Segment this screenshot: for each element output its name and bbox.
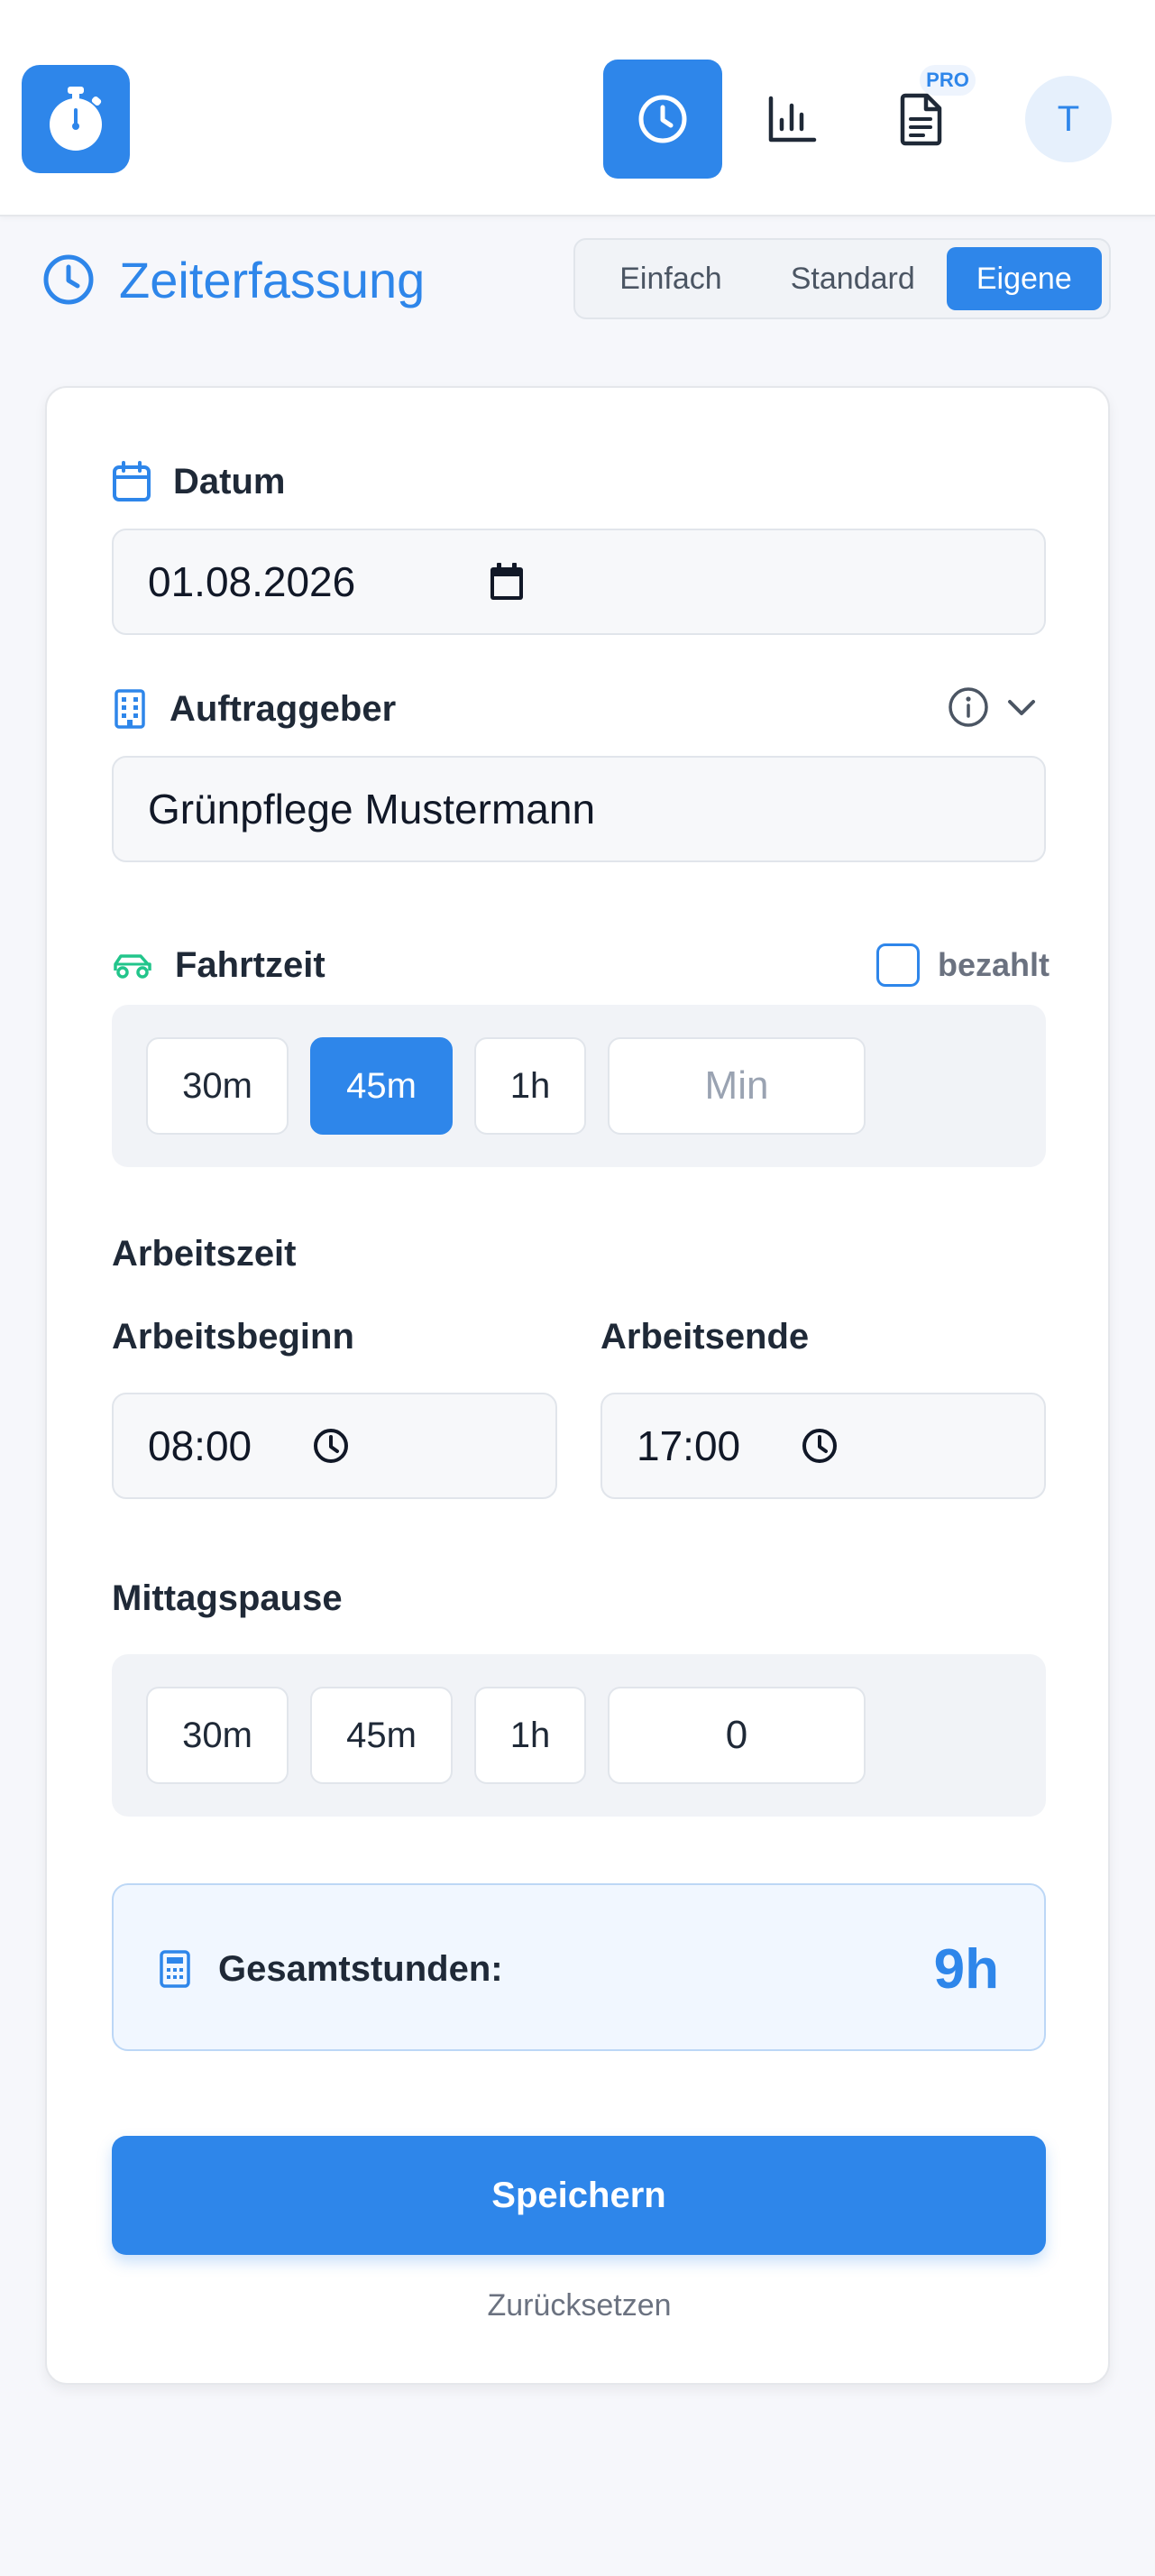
total-hours-box: Gesamtstunden: 9h	[112, 1883, 1046, 2051]
travel-preset-45m[interactable]: 45m	[310, 1037, 453, 1135]
chevron-down-icon[interactable]	[1004, 691, 1039, 723]
calendar-icon	[112, 461, 151, 502]
client-input[interactable]: Grünpflege Mustermann	[112, 756, 1046, 862]
client-value: Grünpflege Mustermann	[148, 786, 596, 833]
nav-statistics[interactable]	[732, 60, 851, 179]
building-icon	[112, 688, 148, 730]
car-icon	[112, 949, 153, 981]
lunch-label: Mittagspause	[112, 1578, 343, 1618]
travel-preset-30m[interactable]: 30m	[146, 1037, 289, 1135]
time-entry-card: Datum 01.08.2026 Auftraggeber Grünpflege…	[45, 386, 1110, 2385]
user-avatar[interactable]: T	[1025, 76, 1112, 162]
date-value: 01.08.2026	[148, 558, 356, 605]
reset-button[interactable]: Zurücksetzen	[487, 2288, 671, 2323]
lunch-preset-45m[interactable]: 45m	[310, 1687, 453, 1784]
travel-label: Fahrtzeit	[175, 944, 325, 985]
work-end-value: 17:00	[637, 1422, 741, 1469]
paid-label: bezahlt	[938, 946, 1050, 983]
date-input[interactable]: 01.08.2026	[112, 529, 1046, 635]
calculator-icon	[159, 1949, 191, 1989]
date-label: Datum	[173, 461, 286, 501]
travel-label-row: Fahrtzeit	[112, 938, 325, 992]
mode-simple[interactable]: Einfach	[582, 247, 759, 310]
total-hours-label: Gesamtstunden:	[218, 1948, 503, 1989]
work-end-label: Arbeitsende	[600, 1317, 810, 1357]
clock-icon	[41, 253, 96, 307]
pro-badge: PRO	[920, 65, 976, 96]
work-start-label: Arbeitsbeginn	[112, 1317, 354, 1357]
document-icon	[898, 92, 945, 146]
save-button[interactable]: Speichern	[112, 2136, 1046, 2255]
travel-minutes-input[interactable]: Min	[608, 1037, 866, 1135]
lunch-preset-30m[interactable]: 30m	[146, 1687, 289, 1784]
calendar-picker-icon[interactable]	[489, 562, 525, 602]
client-label: Auftraggeber	[170, 688, 397, 729]
travel-preset-1h[interactable]: 1h	[474, 1037, 586, 1135]
paid-checkbox-row[interactable]: bezahlt	[876, 936, 1050, 994]
clock-icon	[637, 93, 689, 145]
total-hours-value: 9h	[933, 1937, 999, 2001]
clock-icon[interactable]	[312, 1427, 350, 1465]
lunch-minutes-input[interactable]: 0	[608, 1687, 866, 1784]
mode-switch: Einfach Standard Eigene	[573, 238, 1111, 319]
info-icon[interactable]	[947, 685, 990, 729]
client-label-row: Auftraggeber	[112, 682, 396, 736]
mode-standard[interactable]: Standard	[759, 247, 947, 310]
top-bar: PRO T	[0, 0, 1155, 216]
work-end-input[interactable]: 17:00	[600, 1393, 1046, 1499]
lunch-presets-panel: 30m 45m 1h 0	[112, 1654, 1046, 1817]
nav-time-tracking[interactable]	[603, 60, 722, 179]
travel-presets-panel: 30m 45m 1h Min	[112, 1005, 1046, 1167]
reset-link: Zurücksetzen	[47, 2280, 1112, 2331]
work-section-label: Arbeitszeit	[112, 1234, 297, 1274]
bar-chart-icon	[765, 93, 818, 145]
clock-icon[interactable]	[801, 1427, 839, 1465]
mode-custom[interactable]: Eigene	[946, 247, 1102, 310]
page-title: Zeiterfassung	[119, 251, 426, 308]
work-start-input[interactable]: 08:00	[112, 1393, 557, 1499]
lunch-preset-1h[interactable]: 1h	[474, 1687, 586, 1784]
stopwatch-icon	[43, 85, 108, 153]
total-hours-label-row: Gesamtstunden:	[159, 1885, 503, 2053]
date-label-row: Datum	[112, 455, 285, 509]
page-title-row: Zeiterfassung	[41, 247, 425, 312]
app-logo[interactable]	[22, 65, 130, 173]
work-start-value: 08:00	[148, 1422, 252, 1469]
paid-checkbox[interactable]	[876, 943, 920, 987]
